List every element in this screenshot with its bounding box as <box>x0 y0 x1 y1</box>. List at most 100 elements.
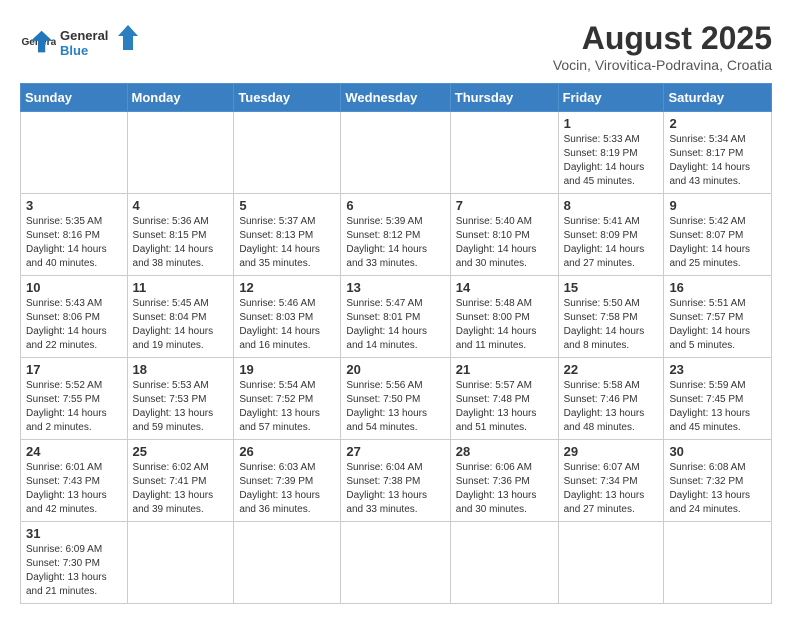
calendar-table: SundayMondayTuesdayWednesdayThursdayFrid… <box>20 83 772 604</box>
day-number: 27 <box>346 444 444 459</box>
day-of-week-header: Sunday <box>21 84 128 112</box>
day-number: 6 <box>346 198 444 213</box>
day-number: 11 <box>133 280 229 295</box>
month-year-title: August 2025 <box>553 20 772 57</box>
day-number: 2 <box>669 116 766 131</box>
calendar-day-cell: 7 Sunrise: 5:40 AMSunset: 8:10 PMDaylight… <box>450 194 558 276</box>
day-info: Sunrise: 5:48 AMSunset: 8:00 PMDaylight:… <box>456 297 553 353</box>
day-info: Sunrise: 5:54 AMSunset: 7:52 PMDaylight:… <box>239 379 335 435</box>
day-number: 30 <box>669 444 766 459</box>
title-area: August 2025 Vocin, Virovitica-Podravina,… <box>553 20 772 73</box>
day-info: Sunrise: 5:40 AMSunset: 8:10 PMDaylight:… <box>456 215 553 271</box>
day-number: 16 <box>669 280 766 295</box>
day-number: 13 <box>346 280 444 295</box>
day-number: 15 <box>564 280 659 295</box>
calendar-day-cell: 24Sunrise: 6:01 AMSunset: 7:43 PMDayligh… <box>21 440 128 522</box>
calendar-day-cell: 17 Sunrise: 5:52 AMSunset: 7:55 PMDayligh… <box>21 358 128 440</box>
calendar-day-cell: 30 Sunrise: 6:08 AMSunset: 7:32 PMDayligh… <box>664 440 772 522</box>
calendar-week-row: 10Sunrise: 5:43 AMSunset: 8:06 PMDayligh… <box>21 276 772 358</box>
day-info: Sunrise: 6:06 AMSunset: 7:36 PMDaylight:… <box>456 461 553 517</box>
calendar-day-cell <box>341 112 450 194</box>
day-info: Sunrise: 5:35 AMSunset: 8:16 PMDaylight:… <box>26 215 122 271</box>
calendar-day-cell: 3Sunrise: 5:35 AMSunset: 8:16 PMDaylight… <box>21 194 128 276</box>
day-number: 31 <box>26 526 122 541</box>
calendar-day-cell: 15 Sunrise: 5:50 AMSunset: 7:58 PMDayligh… <box>558 276 664 358</box>
day-info: Sunrise: 6:08 AMSunset: 7:32 PMDaylight:… <box>669 461 766 517</box>
day-of-week-header: Tuesday <box>234 84 341 112</box>
calendar-day-cell: 16 Sunrise: 5:51 AMSunset: 7:57 PMDayligh… <box>664 276 772 358</box>
location-subtitle: Vocin, Virovitica-Podravina, Croatia <box>553 57 772 73</box>
day-info: Sunrise: 5:41 AMSunset: 8:09 PMDaylight:… <box>564 215 659 271</box>
calendar-week-row: 31 Sunrise: 6:09 AMSunset: 7:30 PMDayligh… <box>21 522 772 604</box>
calendar-day-cell: 27 Sunrise: 6:04 AMSunset: 7:38 PMDayligh… <box>341 440 450 522</box>
calendar-day-cell: 20Sunrise: 5:56 AMSunset: 7:50 PMDayligh… <box>341 358 450 440</box>
day-number: 9 <box>669 198 766 213</box>
day-info: Sunrise: 5:33 AMSunset: 8:19 PMDaylight:… <box>564 133 659 189</box>
calendar-day-cell: 21 Sunrise: 5:57 AMSunset: 7:48 PMDayligh… <box>450 358 558 440</box>
page-header: General General Blue August 2025 Vocin, … <box>20 20 772 73</box>
day-info: Sunrise: 5:45 AMSunset: 8:04 PMDaylight:… <box>133 297 229 353</box>
calendar-day-cell: 18Sunrise: 5:53 AMSunset: 7:53 PMDayligh… <box>127 358 234 440</box>
day-number: 12 <box>239 280 335 295</box>
calendar-day-cell <box>341 522 450 604</box>
day-info: Sunrise: 5:53 AMSunset: 7:53 PMDaylight:… <box>133 379 229 435</box>
calendar-day-cell: 11 Sunrise: 5:45 AMSunset: 8:04 PMDayligh… <box>127 276 234 358</box>
day-info: Sunrise: 5:39 AMSunset: 8:12 PMDaylight:… <box>346 215 444 271</box>
calendar-day-cell: 2 Sunrise: 5:34 AMSunset: 8:17 PMDaylight… <box>664 112 772 194</box>
calendar-day-cell <box>234 522 341 604</box>
day-info: Sunrise: 6:07 AMSunset: 7:34 PMDaylight:… <box>564 461 659 517</box>
day-info: Sunrise: 5:34 AMSunset: 8:17 PMDaylight:… <box>669 133 766 189</box>
day-of-week-header: Monday <box>127 84 234 112</box>
day-number: 21 <box>456 362 553 377</box>
calendar-day-cell: 5 Sunrise: 5:37 AMSunset: 8:13 PMDaylight… <box>234 194 341 276</box>
calendar-day-cell: 22 Sunrise: 5:58 AMSunset: 7:46 PMDayligh… <box>558 358 664 440</box>
calendar-day-cell <box>127 522 234 604</box>
day-info: Sunrise: 5:51 AMSunset: 7:57 PMDaylight:… <box>669 297 766 353</box>
day-of-week-header: Saturday <box>664 84 772 112</box>
day-number: 14 <box>456 280 553 295</box>
day-info: Sunrise: 6:01 AMSunset: 7:43 PMDaylight:… <box>26 461 122 517</box>
calendar-day-cell <box>127 112 234 194</box>
svg-text:General: General <box>60 28 108 43</box>
calendar-week-row: 24Sunrise: 6:01 AMSunset: 7:43 PMDayligh… <box>21 440 772 522</box>
calendar-day-cell <box>21 112 128 194</box>
calendar-day-cell: 25Sunrise: 6:02 AMSunset: 7:41 PMDayligh… <box>127 440 234 522</box>
day-number: 5 <box>239 198 335 213</box>
day-info: Sunrise: 5:56 AMSunset: 7:50 PMDaylight:… <box>346 379 444 435</box>
day-number: 17 <box>26 362 122 377</box>
day-info: Sunrise: 5:46 AMSunset: 8:03 PMDaylight:… <box>239 297 335 353</box>
day-info: Sunrise: 5:57 AMSunset: 7:48 PMDaylight:… <box>456 379 553 435</box>
logo: General General Blue <box>20 20 140 65</box>
day-info: Sunrise: 5:43 AMSunset: 8:06 PMDaylight:… <box>26 297 122 353</box>
day-number: 4 <box>133 198 229 213</box>
day-number: 1 <box>564 116 659 131</box>
day-number: 25 <box>133 444 229 459</box>
day-of-week-header: Friday <box>558 84 664 112</box>
day-info: Sunrise: 5:37 AMSunset: 8:13 PMDaylight:… <box>239 215 335 271</box>
day-number: 28 <box>456 444 553 459</box>
day-number: 22 <box>564 362 659 377</box>
svg-text:Blue: Blue <box>60 43 88 58</box>
logo-area: General Blue <box>60 20 140 65</box>
calendar-day-cell: 12 Sunrise: 5:46 AMSunset: 8:03 PMDayligh… <box>234 276 341 358</box>
day-number: 7 <box>456 198 553 213</box>
calendar-header-row: SundayMondayTuesdayWednesdayThursdayFrid… <box>21 84 772 112</box>
calendar-day-cell <box>450 522 558 604</box>
calendar-day-cell: 28 Sunrise: 6:06 AMSunset: 7:36 PMDayligh… <box>450 440 558 522</box>
calendar-day-cell: 23Sunrise: 5:59 AMSunset: 7:45 PMDayligh… <box>664 358 772 440</box>
day-number: 19 <box>239 362 335 377</box>
day-info: Sunrise: 5:52 AMSunset: 7:55 PMDaylight:… <box>26 379 122 435</box>
calendar-day-cell <box>664 522 772 604</box>
day-info: Sunrise: 6:04 AMSunset: 7:38 PMDaylight:… <box>346 461 444 517</box>
calendar-day-cell: 9Sunrise: 5:42 AMSunset: 8:07 PMDaylight… <box>664 194 772 276</box>
calendar-day-cell: 1 Sunrise: 5:33 AMSunset: 8:19 PMDaylight… <box>558 112 664 194</box>
day-info: Sunrise: 5:50 AMSunset: 7:58 PMDaylight:… <box>564 297 659 353</box>
day-info: Sunrise: 5:59 AMSunset: 7:45 PMDaylight:… <box>669 379 766 435</box>
day-info: Sunrise: 6:09 AMSunset: 7:30 PMDaylight:… <box>26 543 122 599</box>
day-info: Sunrise: 5:36 AMSunset: 8:15 PMDaylight:… <box>133 215 229 271</box>
generalblue-logo-icon: General <box>20 25 56 61</box>
calendar-day-cell: 4 Sunrise: 5:36 AMSunset: 8:15 PMDaylight… <box>127 194 234 276</box>
day-info: Sunrise: 5:58 AMSunset: 7:46 PMDaylight:… <box>564 379 659 435</box>
day-info: Sunrise: 5:47 AMSunset: 8:01 PMDaylight:… <box>346 297 444 353</box>
calendar-day-cell: 29Sunrise: 6:07 AMSunset: 7:34 PMDayligh… <box>558 440 664 522</box>
